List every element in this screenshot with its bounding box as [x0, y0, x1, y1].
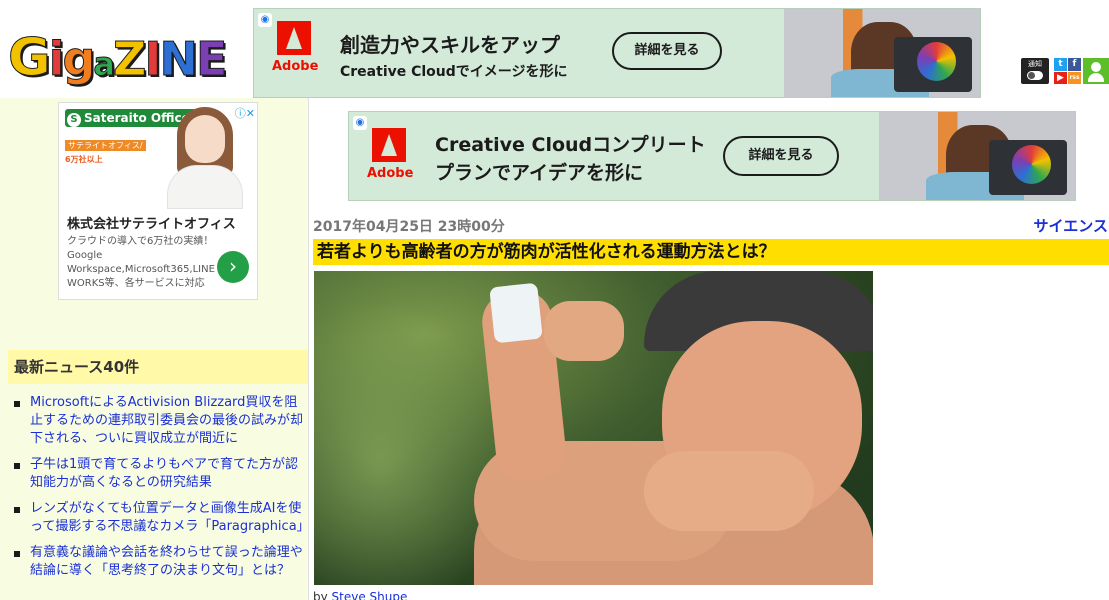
logo-letter: G [8, 28, 52, 89]
sateraito-mark-icon: S [67, 113, 81, 127]
ad-description: クラウドの導入で6万社の実績！Google Workspace,Microsof… [67, 236, 215, 289]
list-item: レンズがなくても位置データと画像生成AIを使って撮影する不思議なカメラ「Para… [14, 500, 310, 536]
ad-subheadline: Creative Cloudでイメージを形に [340, 64, 568, 80]
youtube-icon[interactable]: ▶ [1054, 71, 1067, 84]
news-heading: 最新ニュース40件 [8, 350, 308, 384]
page: GigaZINE ◉ ▷ Adobe 創造力やスキルをアップ Creative … [0, 0, 1109, 600]
gigazine-logo[interactable]: GigaZINE [8, 28, 228, 89]
news-list: MicrosoftによるActivision Blizzard買収を阻止するため… [14, 394, 310, 588]
ad-company-name: 株式会社サテライトオフィス [67, 217, 236, 232]
list-item: 有意義な議論や会話を終わらせて誤った論理や結論に導く「思考終了の決まり文句」とは… [14, 544, 308, 580]
logo-letter: E [195, 32, 227, 87]
news-link[interactable]: 有意義な議論や会話を終わらせて誤った論理や結論に導く「思考終了の決まり文句」とは… [30, 545, 303, 578]
adobe-logo: Adobe [272, 21, 319, 87]
article-title: 若者よりも高齢者の方が筋肉が活性化される運動方法とは？ [313, 239, 1109, 265]
logo-letter: i [48, 32, 65, 87]
adobe-logo: Adobe [367, 128, 414, 194]
social-icons: t f ▶ rss [1054, 58, 1081, 84]
ad-badge-icon[interactable]: ◉ [353, 116, 367, 130]
notify-label: 通知 [1028, 60, 1042, 68]
article-image [314, 271, 873, 585]
column-divider [308, 98, 309, 600]
article-date: 2017年04月25日 23時00分 [313, 219, 505, 235]
rss-icon[interactable]: rss [1068, 71, 1081, 84]
ad-cta-button[interactable]: 詳細を見る [723, 136, 839, 176]
logo-letter: N [159, 32, 198, 87]
promo-count: 6万社以上 [65, 155, 103, 164]
logo-letter: I [144, 32, 162, 87]
toggle-icon [1027, 71, 1043, 80]
adobe-mark-icon [277, 21, 311, 55]
sidebar-ad[interactable]: S Sateraito Office ⓘ✕ サテライトオフィス/ 6万社以上 株式… [58, 102, 258, 300]
news-link[interactable]: レンズがなくても位置データと画像生成AIを使って撮影する不思議なカメラ「Para… [30, 501, 310, 534]
adobe-wordmark: Adobe [272, 59, 319, 74]
ad-model-image [163, 105, 247, 209]
user-icon[interactable] [1083, 58, 1109, 84]
logo-letter: g [62, 32, 96, 87]
twitter-icon[interactable]: t [1054, 58, 1067, 71]
ad-photo [879, 112, 1075, 200]
header-icons: 通知 t f ▶ rss [1021, 58, 1109, 86]
notification-toggle[interactable]: 通知 [1021, 58, 1049, 84]
logo-letter: Z [112, 32, 146, 87]
photo-credit: by Steve Shupe [313, 590, 407, 600]
left-sidebar: S Sateraito Office ⓘ✕ サテライトオフィス/ 6万社以上 株式… [0, 98, 310, 600]
ad-headline: 創造力やスキルをアップ [340, 33, 560, 57]
ad-subheadline: プランでアイデアを形に [435, 162, 644, 184]
ad-headline: Creative Cloudコンプリート [435, 134, 706, 156]
article-category-link[interactable]: サイエンス [1033, 215, 1108, 236]
logo-letter: a [93, 45, 116, 84]
news-link[interactable]: MicrosoftによるActivision Blizzard買収を阻止するため… [30, 395, 303, 446]
news-link[interactable]: 子牛は1頭で育てるよりもペアで育てた方が認知能力が高くなるとの研究結果 [30, 457, 298, 490]
adobe-mark-icon [372, 128, 406, 162]
ad-promo: サテライトオフィス/ 6万社以上 [65, 133, 161, 213]
ad-cta-button[interactable]: 詳細を見る [612, 32, 722, 70]
mid-ad-banner[interactable]: ◉ ▷ Adobe Creative Cloudコンプリート プランでアイデアを… [348, 111, 1076, 201]
list-item: MicrosoftによるActivision Blizzard買収を阻止するため… [14, 394, 308, 448]
byline-prefix: by [313, 590, 332, 600]
adobe-wordmark: Adobe [367, 166, 414, 181]
promo-tag: サテライトオフィス/ [65, 140, 146, 151]
ad-badge-icon[interactable]: ◉ [258, 13, 272, 27]
top-ad-banner[interactable]: ◉ ▷ Adobe 創造力やスキルをアップ Creative Cloudでイメー… [253, 8, 981, 98]
ad-arrow-button[interactable]: › [217, 251, 249, 283]
facebook-icon[interactable]: f [1068, 58, 1081, 71]
byline-author-link[interactable]: Steve Shupe [332, 590, 408, 600]
list-item: 子牛は1頭で育てるよりもペアで育てた方が認知能力が高くなるとの研究結果 [14, 456, 308, 492]
ad-photo [784, 9, 980, 97]
